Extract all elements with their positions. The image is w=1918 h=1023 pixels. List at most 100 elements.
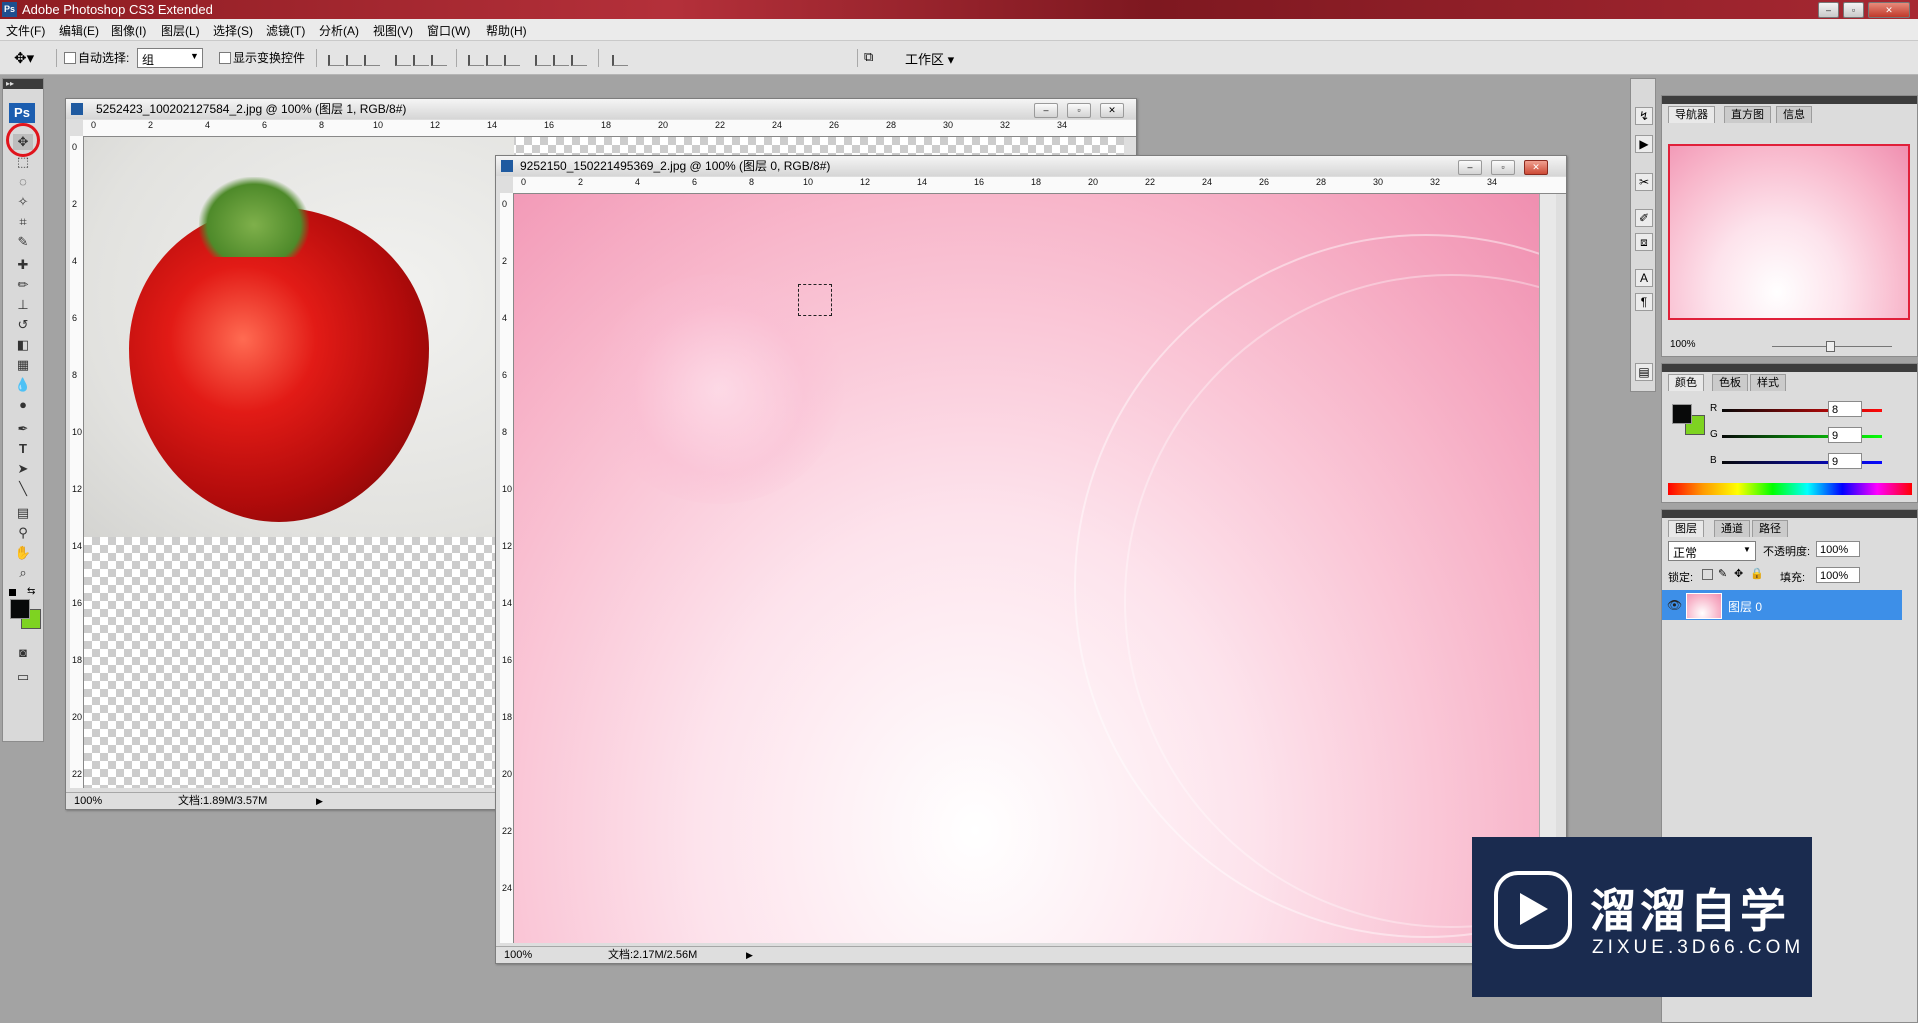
close-icon[interactable]: ✕ (1868, 2, 1910, 18)
hand-tool-icon[interactable]: ✋ (13, 545, 33, 561)
toolbox-grip[interactable]: ▸▸ (3, 79, 43, 89)
marquee-selection[interactable] (798, 284, 832, 316)
status-menu-arrow-icon[interactable]: ▶ (746, 947, 753, 963)
eyedropper-tool-icon[interactable]: ⚲ (13, 525, 33, 541)
distribute-top-icon[interactable] (468, 55, 484, 66)
restore-icon[interactable]: ▫ (1843, 2, 1864, 18)
quick-mask-icon[interactable]: ◙ (13, 645, 33, 661)
layer-name[interactable]: 图层 0 (1728, 598, 1762, 615)
auto-align-icon[interactable] (612, 55, 628, 66)
screen-mode-icon[interactable]: ▭ (13, 669, 33, 685)
r-value-field[interactable]: 8 (1828, 401, 1862, 417)
align-left-icon[interactable] (395, 55, 411, 66)
foreground-swatch[interactable] (1672, 404, 1692, 424)
lasso-tool-icon[interactable]: ◌ (13, 174, 33, 190)
status-menu-arrow-icon[interactable]: ▶ (316, 793, 323, 809)
eraser-tool-icon[interactable]: ◧ (13, 337, 33, 353)
tab-paths[interactable]: 路径 (1752, 520, 1788, 537)
clone-source-icon[interactable]: ⧈ (1635, 233, 1653, 251)
tool-presets-icon[interactable]: ✂ (1635, 173, 1653, 191)
tab-info[interactable]: 信息 (1776, 106, 1812, 123)
eye-visibility-icon[interactable]: 👁 (1667, 598, 1682, 612)
menu-filter[interactable]: 滤镜(T) (266, 22, 305, 39)
document-title-bar[interactable]: 9252150_150221495369_2.jpg @ 100% (图层 0,… (496, 156, 1566, 176)
tab-navigator[interactable]: 导航器 (1668, 106, 1715, 123)
doc-minimize-icon[interactable]: – (1458, 160, 1482, 175)
brushes-panel-icon[interactable]: ✐ (1635, 209, 1653, 227)
blur-tool-icon[interactable]: 💧 (13, 377, 33, 393)
horizontal-ruler[interactable]: 02 46 8 10 12 14 16 18 20 22 24 26 28 30 32 34 (513, 177, 1566, 194)
fill-field[interactable]: 100% (1816, 567, 1860, 583)
distribute-left-icon[interactable] (535, 55, 551, 66)
distribute-right-icon[interactable] (571, 55, 587, 66)
opacity-field[interactable]: 100% (1816, 541, 1860, 557)
color-spectrum-ramp[interactable] (1668, 483, 1912, 495)
navigator-thumbnail[interactable] (1668, 144, 1910, 320)
line-tool-icon[interactable]: ╲ (13, 481, 33, 497)
menu-window[interactable]: 窗口(W) (427, 22, 470, 39)
lock-image-icon[interactable]: ✎ (1718, 567, 1727, 580)
doc-restore-icon[interactable]: ▫ (1067, 103, 1091, 118)
navigator-zoom-thumb[interactable] (1826, 341, 1835, 352)
panel-header[interactable] (1662, 364, 1917, 372)
show-transform-checkbox[interactable] (219, 52, 231, 64)
history-panel-icon[interactable]: ↯ (1635, 107, 1653, 125)
type-tool-icon[interactable]: T (13, 441, 33, 457)
vertical-scrollbar[interactable] (1539, 194, 1556, 943)
tab-layers[interactable]: 图层 (1668, 520, 1704, 537)
menu-analysis[interactable]: 分析(A) (319, 22, 359, 39)
default-colors-icon[interactable] (9, 589, 16, 596)
notes-tool-icon[interactable]: ▤ (13, 505, 33, 521)
doc-minimize-icon[interactable]: – (1034, 103, 1058, 118)
healing-brush-icon[interactable]: ✚ (13, 257, 33, 273)
tab-styles[interactable]: 样式 (1750, 374, 1786, 391)
distribute-bottom-icon[interactable] (504, 55, 520, 66)
slice-tool-icon[interactable]: ✎ (13, 234, 33, 250)
move-tool-preset-icon[interactable]: ✥▾ (14, 49, 34, 67)
layer-row[interactable]: 👁 图层 0 (1662, 590, 1902, 620)
vertical-ruler[interactable]: 02 46 8 10 12 14 16 18 20 22 24 (500, 193, 514, 943)
zoom-level[interactable]: 100% (74, 793, 102, 809)
distribute-vcenter-icon[interactable] (486, 55, 502, 66)
dodge-tool-icon[interactable]: ● (13, 397, 33, 413)
tab-channels[interactable]: 通道 (1714, 520, 1750, 537)
g-value-field[interactable]: 9 (1828, 427, 1862, 443)
doc-close-icon[interactable]: ✕ (1524, 160, 1548, 175)
navigator-zoom[interactable]: 100% (1670, 339, 1696, 350)
lock-all-icon[interactable]: 🔒 (1750, 567, 1764, 580)
zoom-level[interactable]: 100% (504, 947, 532, 963)
distribute-hcenter-icon[interactable] (553, 55, 569, 66)
align-hcenter-icon[interactable] (413, 55, 429, 66)
minimize-icon[interactable]: – (1818, 2, 1839, 18)
align-bottom-icon[interactable] (364, 55, 380, 66)
magic-wand-icon[interactable]: ✧ (13, 194, 33, 210)
lock-position-icon[interactable]: ✥ (1734, 567, 1743, 580)
align-right-icon[interactable] (431, 55, 447, 66)
swap-colors-icon[interactable]: ⇆ (27, 586, 35, 597)
actions-panel-icon[interactable]: ▶ (1635, 135, 1653, 153)
pink-canvas[interactable] (514, 194, 1539, 943)
tab-color[interactable]: 颜色 (1668, 374, 1704, 391)
blend-mode-dropdown[interactable]: 正常 ▼ (1668, 541, 1756, 561)
menu-view[interactable]: 视图(V) (373, 22, 413, 39)
auto-select-dropdown[interactable]: 组 ▼ (137, 48, 203, 68)
horizontal-ruler[interactable]: 02 46 8 10 12 14 16 18 20 22 24 26 28 30 32 34 (83, 120, 1136, 137)
document-title-bar[interactable]: 5252423_100202127584_2.jpg @ 100% (图层 1,… (66, 99, 1136, 119)
align-top-icon[interactable] (328, 55, 344, 66)
menu-edit[interactable]: 编辑(E) (59, 22, 99, 39)
doc-close-icon[interactable]: ✕ (1100, 103, 1124, 118)
panel-header[interactable] (1662, 96, 1917, 104)
align-vcenter-icon[interactable] (346, 55, 362, 66)
tab-histogram[interactable]: 直方图 (1724, 106, 1771, 123)
panel-header[interactable] (1662, 510, 1917, 518)
menu-file[interactable]: 文件(F) (6, 22, 45, 39)
clone-stamp-icon[interactable]: ⊥ (13, 297, 33, 313)
bridge-icon[interactable]: ⧉ (864, 49, 884, 65)
workspace-button[interactable]: 工作区 ▾ (905, 49, 954, 68)
pen-tool-icon[interactable]: ✒ (13, 421, 33, 437)
document-window-pink[interactable]: 9252150_150221495369_2.jpg @ 100% (图层 0,… (495, 155, 1567, 964)
menu-layer[interactable]: 图层(L) (161, 22, 200, 39)
menu-help[interactable]: 帮助(H) (486, 22, 527, 39)
b-value-field[interactable]: 9 (1828, 453, 1862, 469)
paragraph-panel-icon[interactable]: ¶ (1635, 293, 1653, 311)
